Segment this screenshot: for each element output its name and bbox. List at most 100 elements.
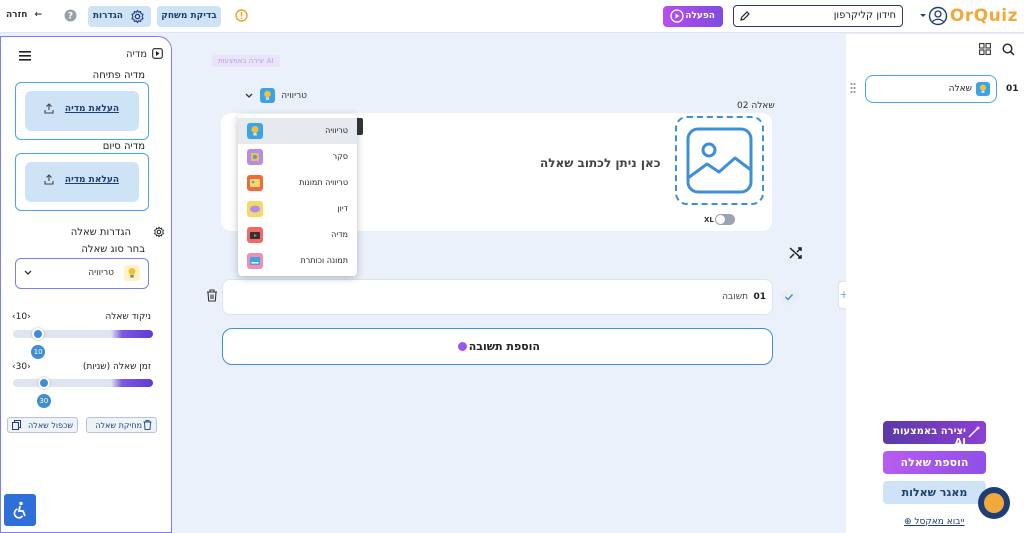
chevron-right-icon[interactable]: › bbox=[27, 362, 31, 372]
upload-media-label: העלאת מדיה bbox=[64, 104, 119, 114]
activate-button[interactable]: הפעלה bbox=[663, 6, 723, 27]
add-answer-button[interactable]: הוספת תשובה bbox=[222, 328, 773, 365]
score-badge: 10 bbox=[31, 345, 46, 359]
duplicate-question-button[interactable]: שכפול שאלה bbox=[7, 417, 78, 433]
pencil-icon bbox=[739, 10, 751, 22]
score-slider-handle[interactable] bbox=[32, 328, 45, 340]
delete-label: מחיקת שאלה bbox=[95, 421, 142, 430]
dropdown-item-label: תמונה וכותרת bbox=[300, 256, 348, 265]
question-settings-title: הגדרות שאלה bbox=[70, 227, 131, 238]
picture-trivia-icon bbox=[247, 175, 263, 191]
quiz-title-text: חידון קליקרפון bbox=[833, 10, 896, 21]
magic-wand-icon bbox=[968, 425, 981, 438]
time-stepper[interactable]: ‹30› bbox=[12, 362, 31, 372]
bulb-icon bbox=[247, 123, 263, 139]
ai-create-button[interactable]: יצירה באמצעות AI bbox=[883, 421, 986, 448]
dropdown-item[interactable]: דיון bbox=[238, 196, 357, 222]
top-bar: OrQuiz חידון קליקרפון הפעלה בדיקת משחק ה… bbox=[0, 0, 1024, 33]
dropdown-item[interactable]: טריוויה תמונות bbox=[238, 170, 357, 196]
score-value: 10 bbox=[15, 312, 28, 322]
choose-type-label: בחר סוג שאלה bbox=[81, 244, 145, 255]
settings-label: הגדרות bbox=[92, 11, 123, 21]
correct-answer-check[interactable] bbox=[781, 289, 797, 305]
duplicate-label: שכפול שאלה bbox=[28, 421, 73, 430]
accessibility-icon bbox=[13, 501, 26, 519]
opening-media-box: העלאת מדיה bbox=[15, 82, 149, 140]
warning-icon[interactable] bbox=[235, 9, 248, 22]
question-type-dropdown: טריוויה סקר טריוויה תמונות דיון מדיה תמונה וכ… bbox=[238, 114, 357, 276]
ai-create-tag[interactable]: יצירה באמצעות AI bbox=[212, 55, 280, 67]
add-answer-label: הוספת תשובה bbox=[468, 340, 540, 353]
upload-icon bbox=[44, 174, 54, 185]
back-button[interactable]: חזרה ← bbox=[6, 10, 42, 20]
arrow-left-icon: ← bbox=[34, 10, 43, 20]
discussion-icon bbox=[247, 201, 263, 217]
help-icon[interactable]: ? bbox=[64, 9, 77, 22]
media-icon bbox=[247, 227, 263, 243]
chat-assistant-button[interactable] bbox=[978, 487, 1010, 519]
app-logo: OrQuiz bbox=[949, 6, 1018, 26]
answer-number: 01 bbox=[753, 292, 766, 302]
dropdown-item[interactable]: תמונה וכותרת bbox=[238, 248, 357, 274]
dropdown-item-label: דיון bbox=[337, 204, 348, 213]
score-label: ניקוד שאלה bbox=[105, 312, 151, 322]
dropdown-item[interactable]: מדיה bbox=[238, 222, 357, 248]
answer-row[interactable]: 01 תשובה bbox=[222, 279, 773, 315]
time-slider[interactable] bbox=[13, 379, 153, 387]
upload-closing-media-button[interactable]: העלאת מדיה bbox=[25, 162, 139, 202]
accessibility-button[interactable] bbox=[4, 494, 36, 526]
grid-view-icon[interactable] bbox=[979, 43, 991, 55]
dropdown-item[interactable]: טריוויה bbox=[238, 118, 357, 144]
bulb-icon bbox=[124, 265, 140, 281]
dropdown-item-label: מדיה bbox=[331, 230, 348, 239]
shuffle-icon[interactable] bbox=[789, 246, 803, 260]
delete-question-button[interactable]: מחיקת שאלה bbox=[86, 417, 157, 433]
drag-handle-icon[interactable] bbox=[850, 82, 856, 94]
bulb-icon bbox=[260, 88, 275, 103]
user-menu-button[interactable] bbox=[918, 6, 950, 26]
xl-toggle[interactable] bbox=[715, 214, 735, 225]
question-bank-button[interactable]: מאגר שאלות bbox=[883, 481, 986, 504]
import-excel-link[interactable]: ייבוא מאקסל ⊕ bbox=[904, 517, 968, 527]
dropdown-item-label: טריוויה bbox=[325, 126, 348, 135]
search-icon[interactable] bbox=[1002, 43, 1015, 56]
upload-icon bbox=[44, 103, 54, 114]
import-icon: ⊕ bbox=[904, 517, 912, 527]
delete-answer-icon[interactable] bbox=[206, 289, 218, 302]
answer-text-input[interactable]: תשובה bbox=[722, 292, 748, 302]
play-circle-icon bbox=[670, 9, 684, 23]
dropdown-scrollbar[interactable] bbox=[357, 118, 363, 135]
score-stepper[interactable]: ‹10› bbox=[12, 312, 31, 322]
hamburger-menu-icon[interactable] bbox=[19, 51, 31, 61]
chevron-down-icon bbox=[24, 270, 32, 276]
question-list-item[interactable]: שאלה bbox=[865, 75, 997, 103]
time-label: זמן שאלה (שניות) bbox=[82, 362, 151, 372]
time-slider-handle[interactable] bbox=[37, 377, 50, 389]
dropdown-item-label: סקר bbox=[332, 152, 348, 161]
test-game-button[interactable]: בדיקת משחק bbox=[157, 6, 221, 27]
chevron-down-icon bbox=[245, 93, 253, 99]
question-list-label: שאלה bbox=[948, 84, 972, 94]
question-type-selector[interactable]: טריוויה bbox=[243, 88, 313, 104]
selected-type-label: טריוויה bbox=[88, 268, 114, 278]
survey-icon bbox=[247, 149, 263, 165]
upload-opening-media-button[interactable]: העלאת מדיה bbox=[25, 91, 139, 131]
svg-text:?: ? bbox=[68, 12, 73, 22]
add-question-button[interactable]: הוספת שאלה bbox=[883, 451, 986, 474]
assistant-avatar-icon bbox=[984, 493, 1004, 513]
dropdown-item[interactable]: סקר bbox=[238, 144, 357, 170]
dropdown-item-label: טריוויה תמונות bbox=[299, 178, 348, 187]
upload-media-label-2: העלאת מדיה bbox=[64, 175, 119, 185]
quiz-title-input[interactable]: חידון קליקרפון bbox=[733, 5, 903, 27]
xl-label: XL bbox=[704, 216, 714, 224]
question-settings-panel: מדיה מדיה פתיחה העלאת מדיה מדיה סיום העל… bbox=[0, 36, 172, 533]
chevron-right-icon[interactable]: › bbox=[27, 312, 31, 322]
closing-media-label: מדיה סיום bbox=[102, 141, 145, 152]
question-number-label: שאלה 02 bbox=[737, 101, 775, 111]
add-dot-icon bbox=[458, 342, 467, 351]
user-avatar-icon bbox=[920, 6, 948, 26]
question-type-select[interactable]: טריוויה bbox=[15, 258, 149, 289]
settings-button[interactable]: הגדרות bbox=[88, 6, 151, 27]
image-upload-area[interactable] bbox=[675, 116, 764, 205]
question-text-input[interactable]: כאן ניתן לכתוב שאלה bbox=[540, 156, 661, 170]
